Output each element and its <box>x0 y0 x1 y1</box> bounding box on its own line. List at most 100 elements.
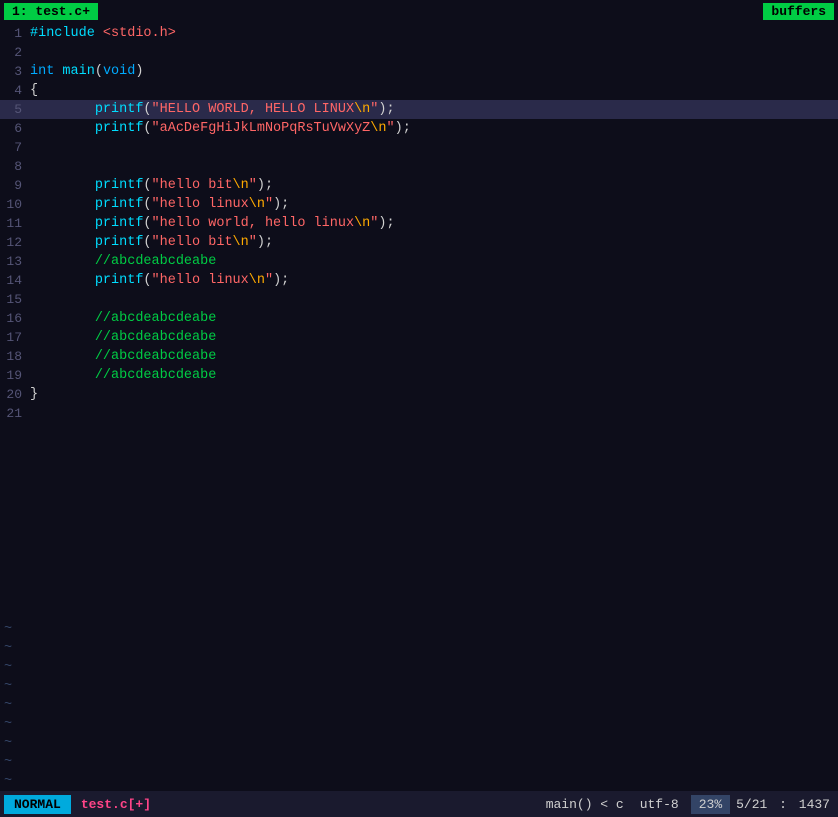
line-content: printf("HELLO WORLD, HELLO LINUX\n"); <box>30 100 838 119</box>
token-esc: \n <box>233 235 249 250</box>
code-line: 7 <box>0 138 838 157</box>
token-fn: printf <box>30 235 143 250</box>
line-number: 12 <box>0 233 30 252</box>
code-line: 13 //abcdeabcdeabe <box>0 252 838 271</box>
line-number: 6 <box>0 119 30 138</box>
code-line: 4{ <box>0 81 838 100</box>
code-line: 1#include <stdio.h> <box>0 24 838 43</box>
line-content: printf("hello bit\n"); <box>30 176 838 195</box>
token-str: "hello bit <box>152 235 233 250</box>
code-line: 19 //abcdeabcdeabe <box>0 366 838 385</box>
token-fn: printf <box>30 121 143 136</box>
line-number: 5 <box>0 100 30 119</box>
token-punc: ); <box>378 216 394 231</box>
line-number: 8 <box>0 157 30 176</box>
code-line: 11 printf("hello world, hello linux\n"); <box>0 214 838 233</box>
tilde-area: ~~~~~~~~~ <box>0 620 838 791</box>
line-content: { <box>30 81 838 100</box>
file-indicator: test.c[+] <box>77 795 155 814</box>
token-punc: ); <box>257 235 273 250</box>
token-str: " <box>386 121 394 136</box>
tilde-char: ~ <box>0 772 12 791</box>
token-punc: ( <box>143 235 151 250</box>
token-fn: printf <box>30 102 143 117</box>
line-content: //abcdeabcdeabe <box>30 328 838 347</box>
line-content: //abcdeabcdeabe <box>30 252 838 271</box>
token-cmt: //abcdeabcdeabe <box>30 254 216 269</box>
code-line: 17 //abcdeabcdeabe <box>0 328 838 347</box>
line-content: } <box>30 385 838 404</box>
token-esc: \n <box>354 216 370 231</box>
code-line: 14 printf("hello linux\n"); <box>0 271 838 290</box>
tilde-line: ~ <box>0 639 838 658</box>
tilde-char: ~ <box>0 715 12 734</box>
line-number: 2 <box>0 43 30 62</box>
token-esc: \n <box>370 121 386 136</box>
tilde-char: ~ <box>0 753 12 772</box>
token-punc: ( <box>143 121 151 136</box>
line-content: //abcdeabcdeabe <box>30 347 838 366</box>
token-pre: #include <box>30 26 103 41</box>
token-fn: main <box>62 64 94 79</box>
position-indicator: 5/21 : 1437 <box>732 795 834 814</box>
token-str: "aAcDeFgHiJkLmNoPqRsTuVwXyZ <box>152 121 371 136</box>
token-str: "hello linux <box>152 197 249 212</box>
tab-bar: 1: test.c+ buffers <box>0 0 838 22</box>
code-line: 6 printf("aAcDeFgHiJkLmNoPqRsTuVwXyZ\n")… <box>0 119 838 138</box>
token-str: " <box>265 197 273 212</box>
tilde-line: ~ <box>0 696 838 715</box>
code-line: 3int main(void) <box>0 62 838 81</box>
token-punc: ) <box>135 64 143 79</box>
tilde-char: ~ <box>0 696 12 715</box>
line-number: 16 <box>0 309 30 328</box>
code-line: 15 <box>0 290 838 309</box>
token-cmt: //abcdeabcdeabe <box>30 330 216 345</box>
code-line: 12 printf("hello bit\n"); <box>0 233 838 252</box>
encoding-indicator: utf-8 <box>632 795 687 814</box>
code-line: 16 //abcdeabcdeabe <box>0 309 838 328</box>
token-fn: printf <box>30 273 143 288</box>
token-punc: ); <box>378 102 394 117</box>
token-punc: ( <box>143 216 151 231</box>
token-fn: printf <box>30 197 143 212</box>
token-punc: { <box>30 83 38 98</box>
token-esc: \n <box>354 102 370 117</box>
line-number: 20 <box>0 385 30 404</box>
tilde-line: ~ <box>0 772 838 791</box>
tilde-char: ~ <box>0 677 12 696</box>
token-cmt: //abcdeabcdeabe <box>30 349 216 364</box>
token-kw: int <box>30 64 54 79</box>
line-number: 3 <box>0 62 30 81</box>
line-content: //abcdeabcdeabe <box>30 309 838 328</box>
line-content: #include <stdio.h> <box>30 24 838 43</box>
code-line: 2 <box>0 43 838 62</box>
token-punc: ( <box>143 102 151 117</box>
token-cmt: //abcdeabcdeabe <box>30 368 216 383</box>
code-line: 8 <box>0 157 838 176</box>
line-number: 15 <box>0 290 30 309</box>
token-punc: ( <box>143 178 151 193</box>
statusbar: NORMAL test.c[+] main() < c utf-8 23% 5/… <box>0 791 838 817</box>
token-punc: ); <box>273 197 289 212</box>
buffers-button[interactable]: buffers <box>763 3 834 20</box>
percent-indicator: 23% <box>691 795 730 814</box>
token-punc: ( <box>143 273 151 288</box>
active-tab[interactable]: 1: test.c+ <box>4 3 98 20</box>
line-number: 19 <box>0 366 30 385</box>
token-inc: <stdio.h> <box>103 26 176 41</box>
line-number: 21 <box>0 404 30 423</box>
line-number: 11 <box>0 214 30 233</box>
token-str: "HELLO WORLD, HELLO LINUX <box>152 102 355 117</box>
line-number: 4 <box>0 81 30 100</box>
code-line: 20} <box>0 385 838 404</box>
line-number: 18 <box>0 347 30 366</box>
token-punc: ); <box>273 273 289 288</box>
code-line: 5 printf("HELLO WORLD, HELLO LINUX\n"); <box>0 100 838 119</box>
token-str: " <box>249 235 257 250</box>
line-number: 10 <box>0 195 30 214</box>
code-line: 18 //abcdeabcdeabe <box>0 347 838 366</box>
line-number: 14 <box>0 271 30 290</box>
line-content: printf("hello bit\n"); <box>30 233 838 252</box>
tilde-line: ~ <box>0 620 838 639</box>
tilde-char: ~ <box>0 734 12 753</box>
